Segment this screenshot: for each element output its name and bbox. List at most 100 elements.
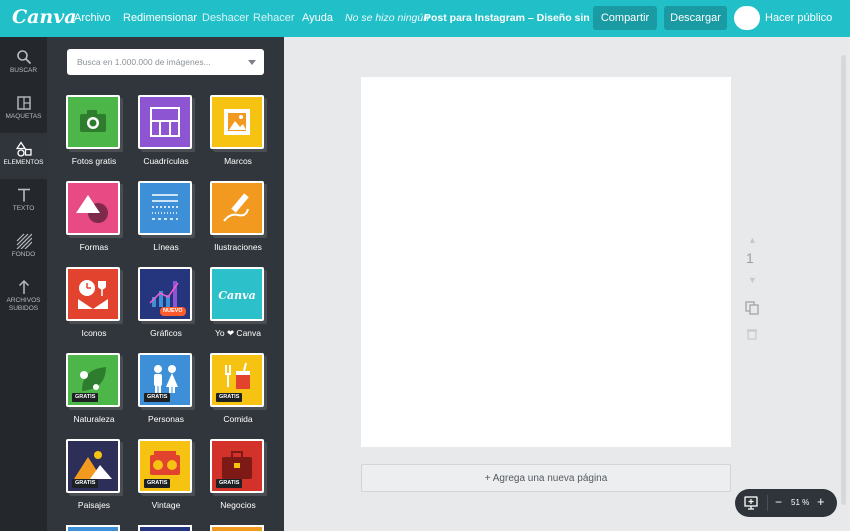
rail-label: TEXTO (12, 205, 35, 212)
tile-label: Gráficos (150, 328, 182, 338)
page-up-icon[interactable]: ▲ (748, 235, 757, 245)
tile-card[interactable]: GRATIS (138, 439, 192, 493)
tile-card[interactable] (66, 95, 120, 149)
frame-icon (224, 109, 250, 135)
design-page[interactable] (361, 77, 731, 447)
workspace-scrollbar[interactable] (841, 55, 846, 505)
rail-label: ELEMENTOS (3, 159, 44, 166)
shapes-icon (15, 141, 32, 157)
tile-label: Naturaleza (73, 414, 115, 424)
pencil-icon (223, 193, 249, 222)
save-status: No se hizo ningún (345, 12, 430, 24)
rail-item-buscar[interactable]: BUSCAR (0, 41, 47, 87)
tile-card[interactable] (138, 95, 192, 149)
present-icon[interactable] (742, 494, 760, 512)
tile-label: Iconos (81, 328, 107, 338)
tile-label: Cuadrículas (143, 156, 189, 166)
toggle-knob[interactable] (734, 6, 760, 30)
new-badge: NUEVO (160, 307, 186, 316)
menu-archivo[interactable]: Archivo (74, 12, 111, 24)
page-number: 1 (746, 250, 754, 266)
left-rail: BUSCAR MAQUETAS ELEMENTOS TEXTO FONDO AR… (0, 37, 47, 531)
rail-item-elementos[interactable]: ELEMENTOS (0, 133, 47, 179)
tile-label: Marcos (224, 156, 252, 166)
add-page-button[interactable]: + Agrega una nueva página (361, 464, 731, 492)
make-public-toggle[interactable]: Hacer público (734, 6, 840, 30)
tile-partial[interactable] (210, 525, 264, 531)
tile-label: Ilustraciones (214, 242, 262, 252)
tile-card[interactable]: NUEVO (138, 267, 192, 321)
zoom-control: − 51 % + (735, 489, 837, 517)
document-title[interactable]: Post para Instagram – Diseño sin ... (424, 12, 601, 24)
tile-card[interactable]: GRATIS (210, 353, 264, 407)
canva-logo[interactable]: Canva (12, 6, 77, 28)
zoom-level[interactable]: 51 % (791, 498, 809, 507)
tile-label: Paisajes (77, 500, 111, 510)
camera-icon (80, 110, 106, 132)
top-bar: Canva Archivo Redimensionar Deshacer Reh… (0, 0, 850, 37)
menu-redimensionar[interactable]: Redimensionar (123, 12, 197, 24)
free-badge: GRATIS (144, 393, 171, 402)
tile-card[interactable]: GRATIS (138, 353, 192, 407)
tile-partial[interactable] (66, 525, 120, 531)
shapes-icon (76, 195, 108, 223)
free-badge: GRATIS (72, 479, 99, 488)
download-button[interactable]: Descargar (664, 6, 727, 30)
tile-label: Formas (79, 242, 109, 252)
tile-card[interactable]: Canva (210, 267, 264, 321)
tile-label: Personas (148, 414, 184, 424)
canva-icon: Canva (218, 289, 255, 302)
free-badge: GRATIS (216, 479, 243, 488)
zoom-in-button[interactable]: + (817, 494, 825, 509)
lines-icon (152, 194, 178, 220)
rail-label: ARCHIVOS (6, 297, 41, 304)
tile-label: Comida (223, 414, 253, 424)
zoom-out-button[interactable]: − (775, 495, 782, 509)
chevron-down-icon[interactable] (248, 60, 256, 65)
tile-card[interactable] (210, 181, 264, 235)
share-button[interactable]: Compartir (593, 6, 657, 30)
free-badge: GRATIS (216, 393, 243, 402)
tile-card[interactable] (138, 181, 192, 235)
rail-label: MAQUETAS (5, 113, 42, 120)
rail-item-maquetas[interactable]: MAQUETAS (0, 87, 47, 133)
copy-page-icon[interactable] (745, 301, 759, 315)
tile-partial[interactable] (138, 525, 192, 531)
rail-item-fondo[interactable]: FONDO (0, 225, 47, 271)
search-placeholder: Busca en 1.000.000 de imágenes... (77, 57, 211, 67)
layout-icon (16, 96, 31, 110)
redo-button[interactable]: Rehacer (253, 12, 295, 24)
tile-label: Líneas (153, 242, 179, 252)
elements-panel: Busca en 1.000.000 de imágenes... Fotos … (47, 37, 284, 531)
design-workspace: ▲ 1 ▼ + Agrega una nueva página − 51 % + (284, 37, 850, 531)
image-search-input[interactable]: Busca en 1.000.000 de imágenes... (67, 49, 264, 75)
background-icon (16, 233, 32, 249)
search-icon (16, 50, 31, 65)
grid-icon (150, 107, 180, 137)
rail-item-archivos-subidos[interactable]: ARCHIVOS SUBIDOS (0, 271, 47, 325)
tile-label: Vintage (151, 500, 181, 510)
tile-card[interactable] (66, 181, 120, 235)
divider (767, 495, 768, 511)
tile-card[interactable]: GRATIS (210, 439, 264, 493)
text-icon (17, 188, 30, 202)
tile-card[interactable] (210, 95, 264, 149)
tile-label: Fotos gratis (71, 156, 117, 166)
free-badge: GRATIS (144, 479, 171, 488)
upload-icon (18, 279, 29, 294)
free-badge: GRATIS (72, 393, 99, 402)
make-public-label: Hacer público (765, 12, 833, 24)
svg-text:Canva: Canva (218, 289, 255, 302)
tile-card[interactable]: GRATIS (66, 439, 120, 493)
undo-button[interactable]: Deshacer (202, 12, 249, 24)
rail-item-texto[interactable]: TEXTO (0, 179, 47, 225)
tile-label: Negocios (220, 500, 256, 510)
tile-label: Yo ❤ Canva (214, 328, 262, 338)
help-button[interactable]: Ayuda (302, 12, 333, 24)
tile-card[interactable] (66, 267, 120, 321)
page-down-icon[interactable]: ▼ (748, 275, 757, 285)
rail-label: FONDO (11, 251, 36, 258)
tile-card[interactable]: GRATIS (66, 353, 120, 407)
clock-icon (78, 280, 108, 309)
delete-page-icon[interactable] (746, 328, 758, 340)
